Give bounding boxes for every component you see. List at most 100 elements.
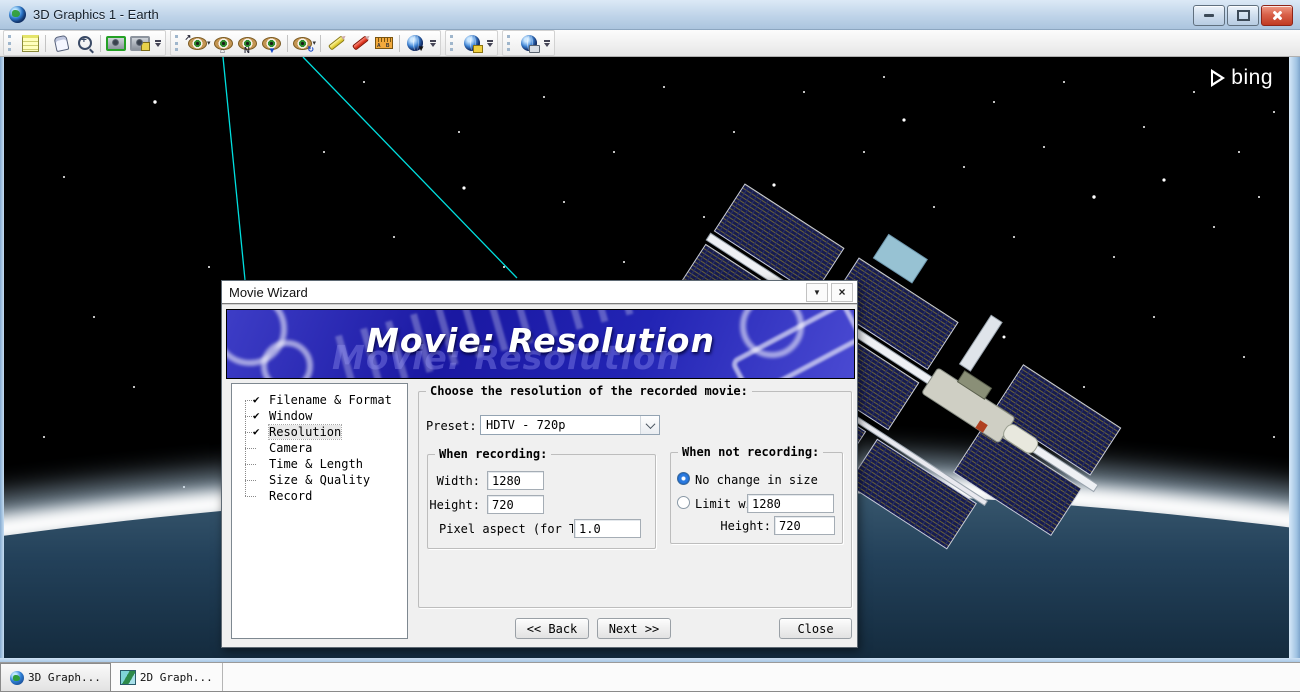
maximize-icon [1236, 10, 1250, 21]
app-window: 3D Graphics 1 - Earth ↗ ▾ ⌂ N ▼ [0, 0, 1300, 692]
top-view-eye-icon: ▼ [262, 36, 282, 54]
dialog-dropdown-button[interactable]: ▼ [806, 282, 828, 302]
preset-label: Preset: [426, 419, 477, 433]
dialog-title-bar[interactable]: Movie Wizard ▼ × [222, 281, 857, 305]
globe-camera-icon [521, 35, 541, 53]
toolbar-separator [286, 34, 288, 52]
globe-data-button[interactable] [460, 32, 484, 54]
back-button[interactable]: << Back [515, 618, 589, 639]
window-title: 3D Graphics 1 - Earth [33, 7, 159, 22]
step-resolution[interactable]: ✔ Resolution [232, 424, 407, 440]
toolbar-grip[interactable] [450, 35, 456, 51]
preset-combobox[interactable]: HDTV - 720p [480, 415, 660, 435]
next-button[interactable]: Next >> [597, 618, 671, 639]
marker-pen-button[interactable] [348, 32, 372, 54]
tab-3d-graphics[interactable]: 3D Graph... [0, 663, 111, 691]
zoom-button[interactable] [73, 32, 97, 54]
width-field[interactable]: 1280 [487, 471, 544, 490]
step-window[interactable]: ✔ Window [232, 408, 407, 424]
step-size-quality[interactable]: ✔Size & Quality [232, 472, 407, 488]
snapshot-camera-icon [106, 35, 126, 51]
radio-limit-width[interactable] [677, 496, 690, 509]
toolbar-group-imagery [502, 30, 556, 56]
preset-value: HDTV - 720p [486, 418, 566, 432]
radio-no-change[interactable] [677, 472, 690, 485]
nr-height-field[interactable]: 720 [774, 516, 835, 535]
movie-wizard-dialog: Movie Wizard ▼ × Movie: Resolution ✔ File… [221, 280, 858, 648]
highlight-pen-icon [327, 35, 345, 51]
limit-width-field[interactable]: 1280 [747, 494, 834, 513]
tab-2d-graphics[interactable]: 2D Graph... [111, 663, 223, 691]
snapshot-button[interactable] [104, 32, 128, 54]
toolbar-grip[interactable] [8, 35, 14, 51]
when-not-recording-label: When not recording: [678, 445, 824, 459]
pixel-aspect-label: Pixel aspect (for TV/DV [439, 522, 573, 536]
save-frame-button[interactable] [128, 32, 152, 54]
toolbar-overflow-button[interactable] [541, 32, 552, 54]
dialog-title: Movie Wizard [229, 284, 308, 300]
wizard-step-list: ✔Filename & Format ✔Window ✔Resolution ✔… [231, 383, 408, 639]
title-bar[interactable]: 3D Graphics 1 - Earth [0, 0, 1300, 30]
wizard-banner: Movie: Resolution [226, 309, 855, 379]
rotate-view-eye-icon: ↻ [293, 36, 314, 53]
view-from-eye-icon: ↗ [185, 33, 207, 50]
step-camera[interactable]: ✔Camera [232, 440, 407, 456]
resolution-group: Choose the resolution of the recorded mo… [418, 384, 852, 608]
bing-icon [1211, 69, 1226, 87]
when-recording-label: When recording: [435, 447, 552, 461]
dialog-close-button[interactable]: × [831, 282, 853, 302]
chevron-down-icon [645, 418, 655, 429]
close-button[interactable] [1261, 5, 1293, 26]
maximize-button[interactable] [1227, 5, 1259, 26]
banner-title: Movie: Resolution [366, 321, 715, 360]
bing-label: bing [1231, 66, 1273, 89]
close-dialog-button[interactable]: Close [779, 618, 852, 639]
toolbar-group-terrain [445, 30, 499, 56]
toolbar-grip[interactable] [175, 35, 181, 51]
minimize-button[interactable] [1193, 5, 1225, 26]
combo-dropdown-button[interactable] [640, 416, 659, 434]
globe-down-icon: ▼ [407, 35, 425, 53]
step-time-length[interactable]: ✔Time & Length [232, 456, 407, 472]
no-change-label: No change in size [695, 473, 818, 487]
pixel-aspect-field[interactable]: 1.0 [574, 519, 641, 538]
measure-button[interactable] [372, 32, 396, 54]
when-not-recording-group: When not recording: No change in size Li… [670, 445, 843, 544]
toolbar-separator [320, 34, 322, 52]
globe-options-button[interactable]: ▼ [403, 32, 427, 54]
close-icon [1272, 10, 1283, 21]
step-record[interactable]: ✔Record [232, 488, 407, 504]
close-icon: × [838, 285, 846, 299]
toolbar-group-view [3, 30, 166, 56]
view-from-button[interactable]: ↗ [185, 32, 209, 54]
zoom-icon [78, 35, 92, 50]
ruler-icon [375, 37, 394, 49]
pan-button[interactable] [49, 32, 73, 54]
rotate-view-button[interactable]: ↻ [291, 32, 315, 54]
toolbar-overflow-button[interactable] [427, 32, 438, 54]
width-label: Width: [436, 474, 480, 488]
check-icon: ✔ [253, 425, 260, 438]
toolbar-overflow-button[interactable] [484, 32, 495, 54]
chevron-down-icon: ▼ [813, 287, 821, 297]
north-view-button[interactable]: N [236, 32, 260, 54]
nr-height-label: Height: [720, 519, 771, 533]
toolbar-overflow-button[interactable] [152, 32, 163, 54]
north-view-eye-icon: N [238, 36, 258, 54]
minimize-icon [1204, 14, 1214, 17]
resolution-group-label: Choose the resolution of the recorded mo… [426, 384, 752, 398]
height-field[interactable]: 720 [487, 495, 544, 514]
toolbar-separator [100, 34, 101, 52]
top-view-button[interactable]: ▼ [260, 32, 284, 54]
marker-pen-icon [351, 35, 369, 51]
pan-icon [53, 34, 69, 52]
home-view-button[interactable]: ⌂ [212, 32, 236, 54]
highlight-pen-button[interactable] [324, 32, 348, 54]
globe-imagery-button[interactable] [517, 32, 541, 54]
report-button[interactable] [18, 32, 42, 54]
home-view-eye-icon: ⌂ [214, 36, 234, 54]
toolbar-grip[interactable] [507, 35, 513, 51]
save-frame-camera-icon [130, 35, 150, 51]
step-filename-format[interactable]: ✔ Filename & Format [232, 392, 407, 408]
globe-folder-icon [464, 35, 484, 53]
